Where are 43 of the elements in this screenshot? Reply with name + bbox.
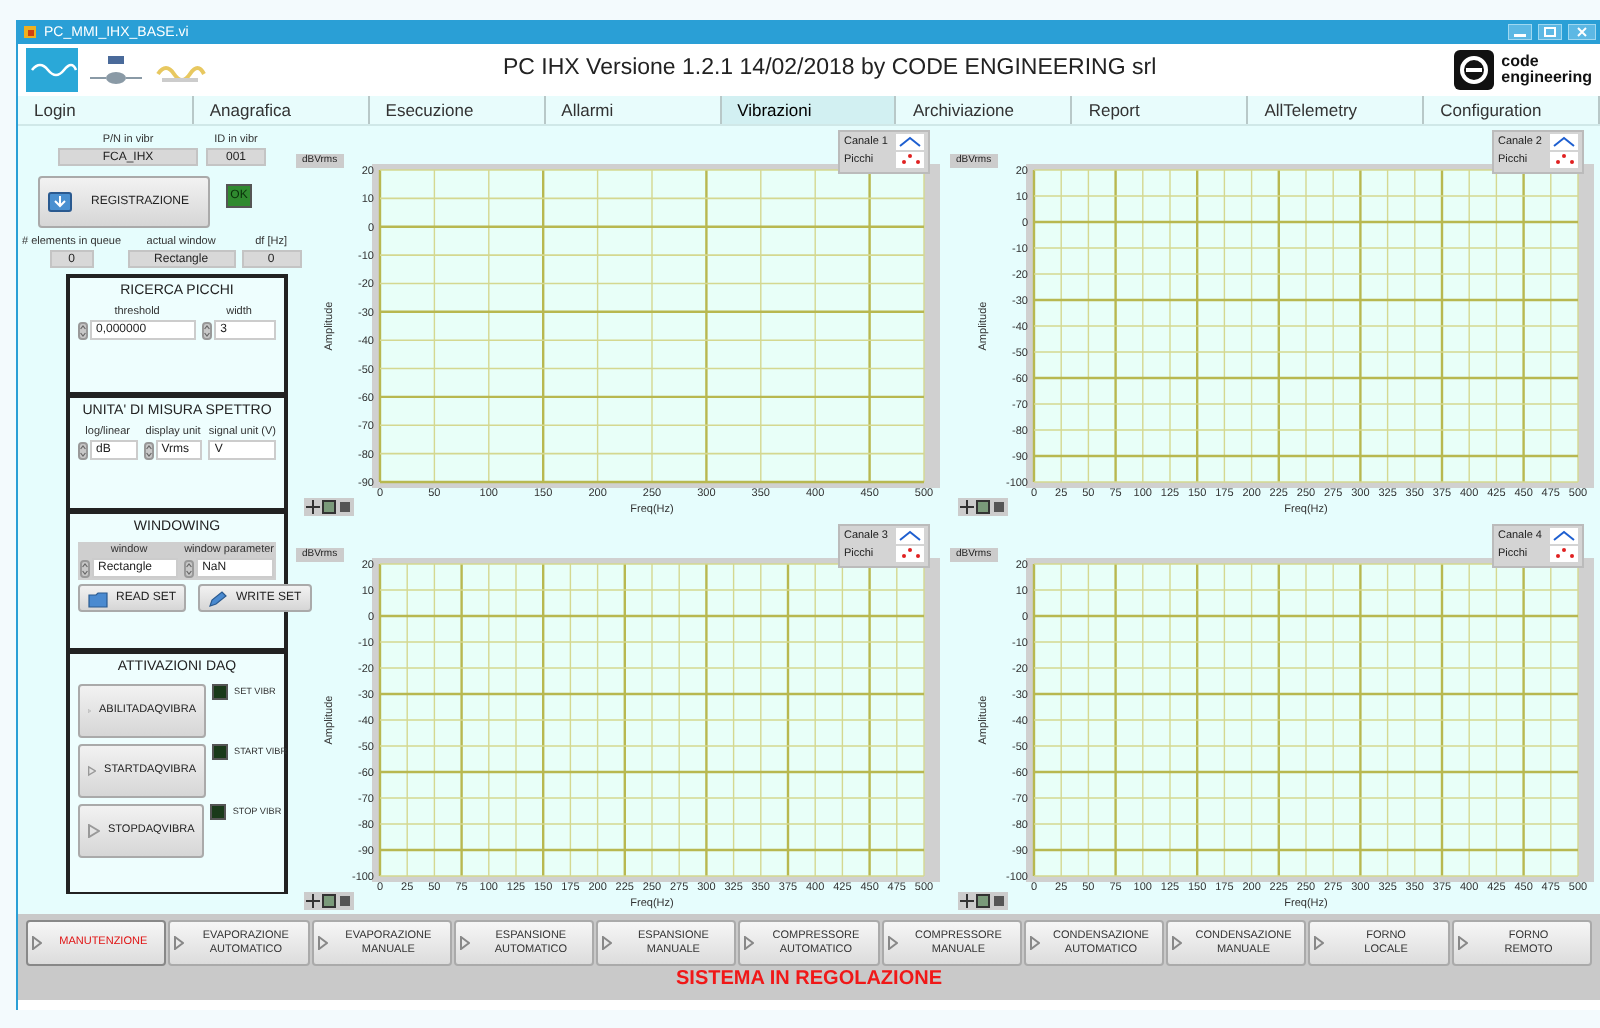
spinner-icon[interactable] [184, 559, 195, 577]
spinner-icon[interactable] [80, 559, 90, 577]
play-icon [1314, 936, 1325, 950]
zoom-icon[interactable] [322, 500, 336, 514]
pan-icon[interactable] [992, 894, 1006, 908]
play-icon [88, 824, 100, 838]
pan-icon[interactable] [992, 500, 1006, 514]
header-title: PC IHX Versione 1.2.1 14/02/2018 by CODE ENGINEERING srl [503, 54, 1157, 85]
status-text: SISTEMA IN REGOLAZIONE [674, 966, 944, 994]
play-icon [744, 936, 755, 950]
logo [1453, 50, 1494, 90]
play-icon [1172, 936, 1183, 950]
play-icon [887, 936, 898, 950]
tab[interactable]: Vibrazioni [721, 96, 897, 124]
play-icon [88, 764, 97, 778]
spinner-icon[interactable] [143, 441, 154, 459]
spinner-icon[interactable] [202, 321, 213, 339]
play-icon [602, 936, 613, 950]
play-icon [32, 936, 42, 950]
spinner-icon[interactable] [78, 441, 88, 459]
folder-icon [88, 589, 108, 607]
play-icon [1457, 936, 1468, 950]
pan-icon[interactable] [338, 500, 352, 514]
zoom-icon[interactable] [976, 894, 990, 908]
save-icon [48, 192, 72, 212]
play-icon [459, 936, 470, 950]
cursor-icon[interactable] [306, 894, 320, 908]
zoom-icon[interactable] [322, 894, 336, 908]
logo [86, 50, 146, 90]
logo [26, 48, 78, 92]
app-icon [22, 24, 38, 40]
pencil-icon [208, 589, 229, 607]
play-icon [1029, 936, 1040, 950]
play-icon [317, 936, 328, 950]
logo-text: code [1501, 54, 1541, 70]
cursor-icon[interactable] [960, 500, 974, 514]
spinner-icon[interactable] [78, 321, 88, 339]
cursor-icon[interactable] [960, 894, 974, 908]
logo-text: engineering [1501, 70, 1592, 86]
cursor-icon[interactable] [306, 500, 320, 514]
pan-icon[interactable] [338, 894, 352, 908]
play-icon [174, 936, 185, 950]
zoom-icon[interactable] [976, 500, 990, 514]
